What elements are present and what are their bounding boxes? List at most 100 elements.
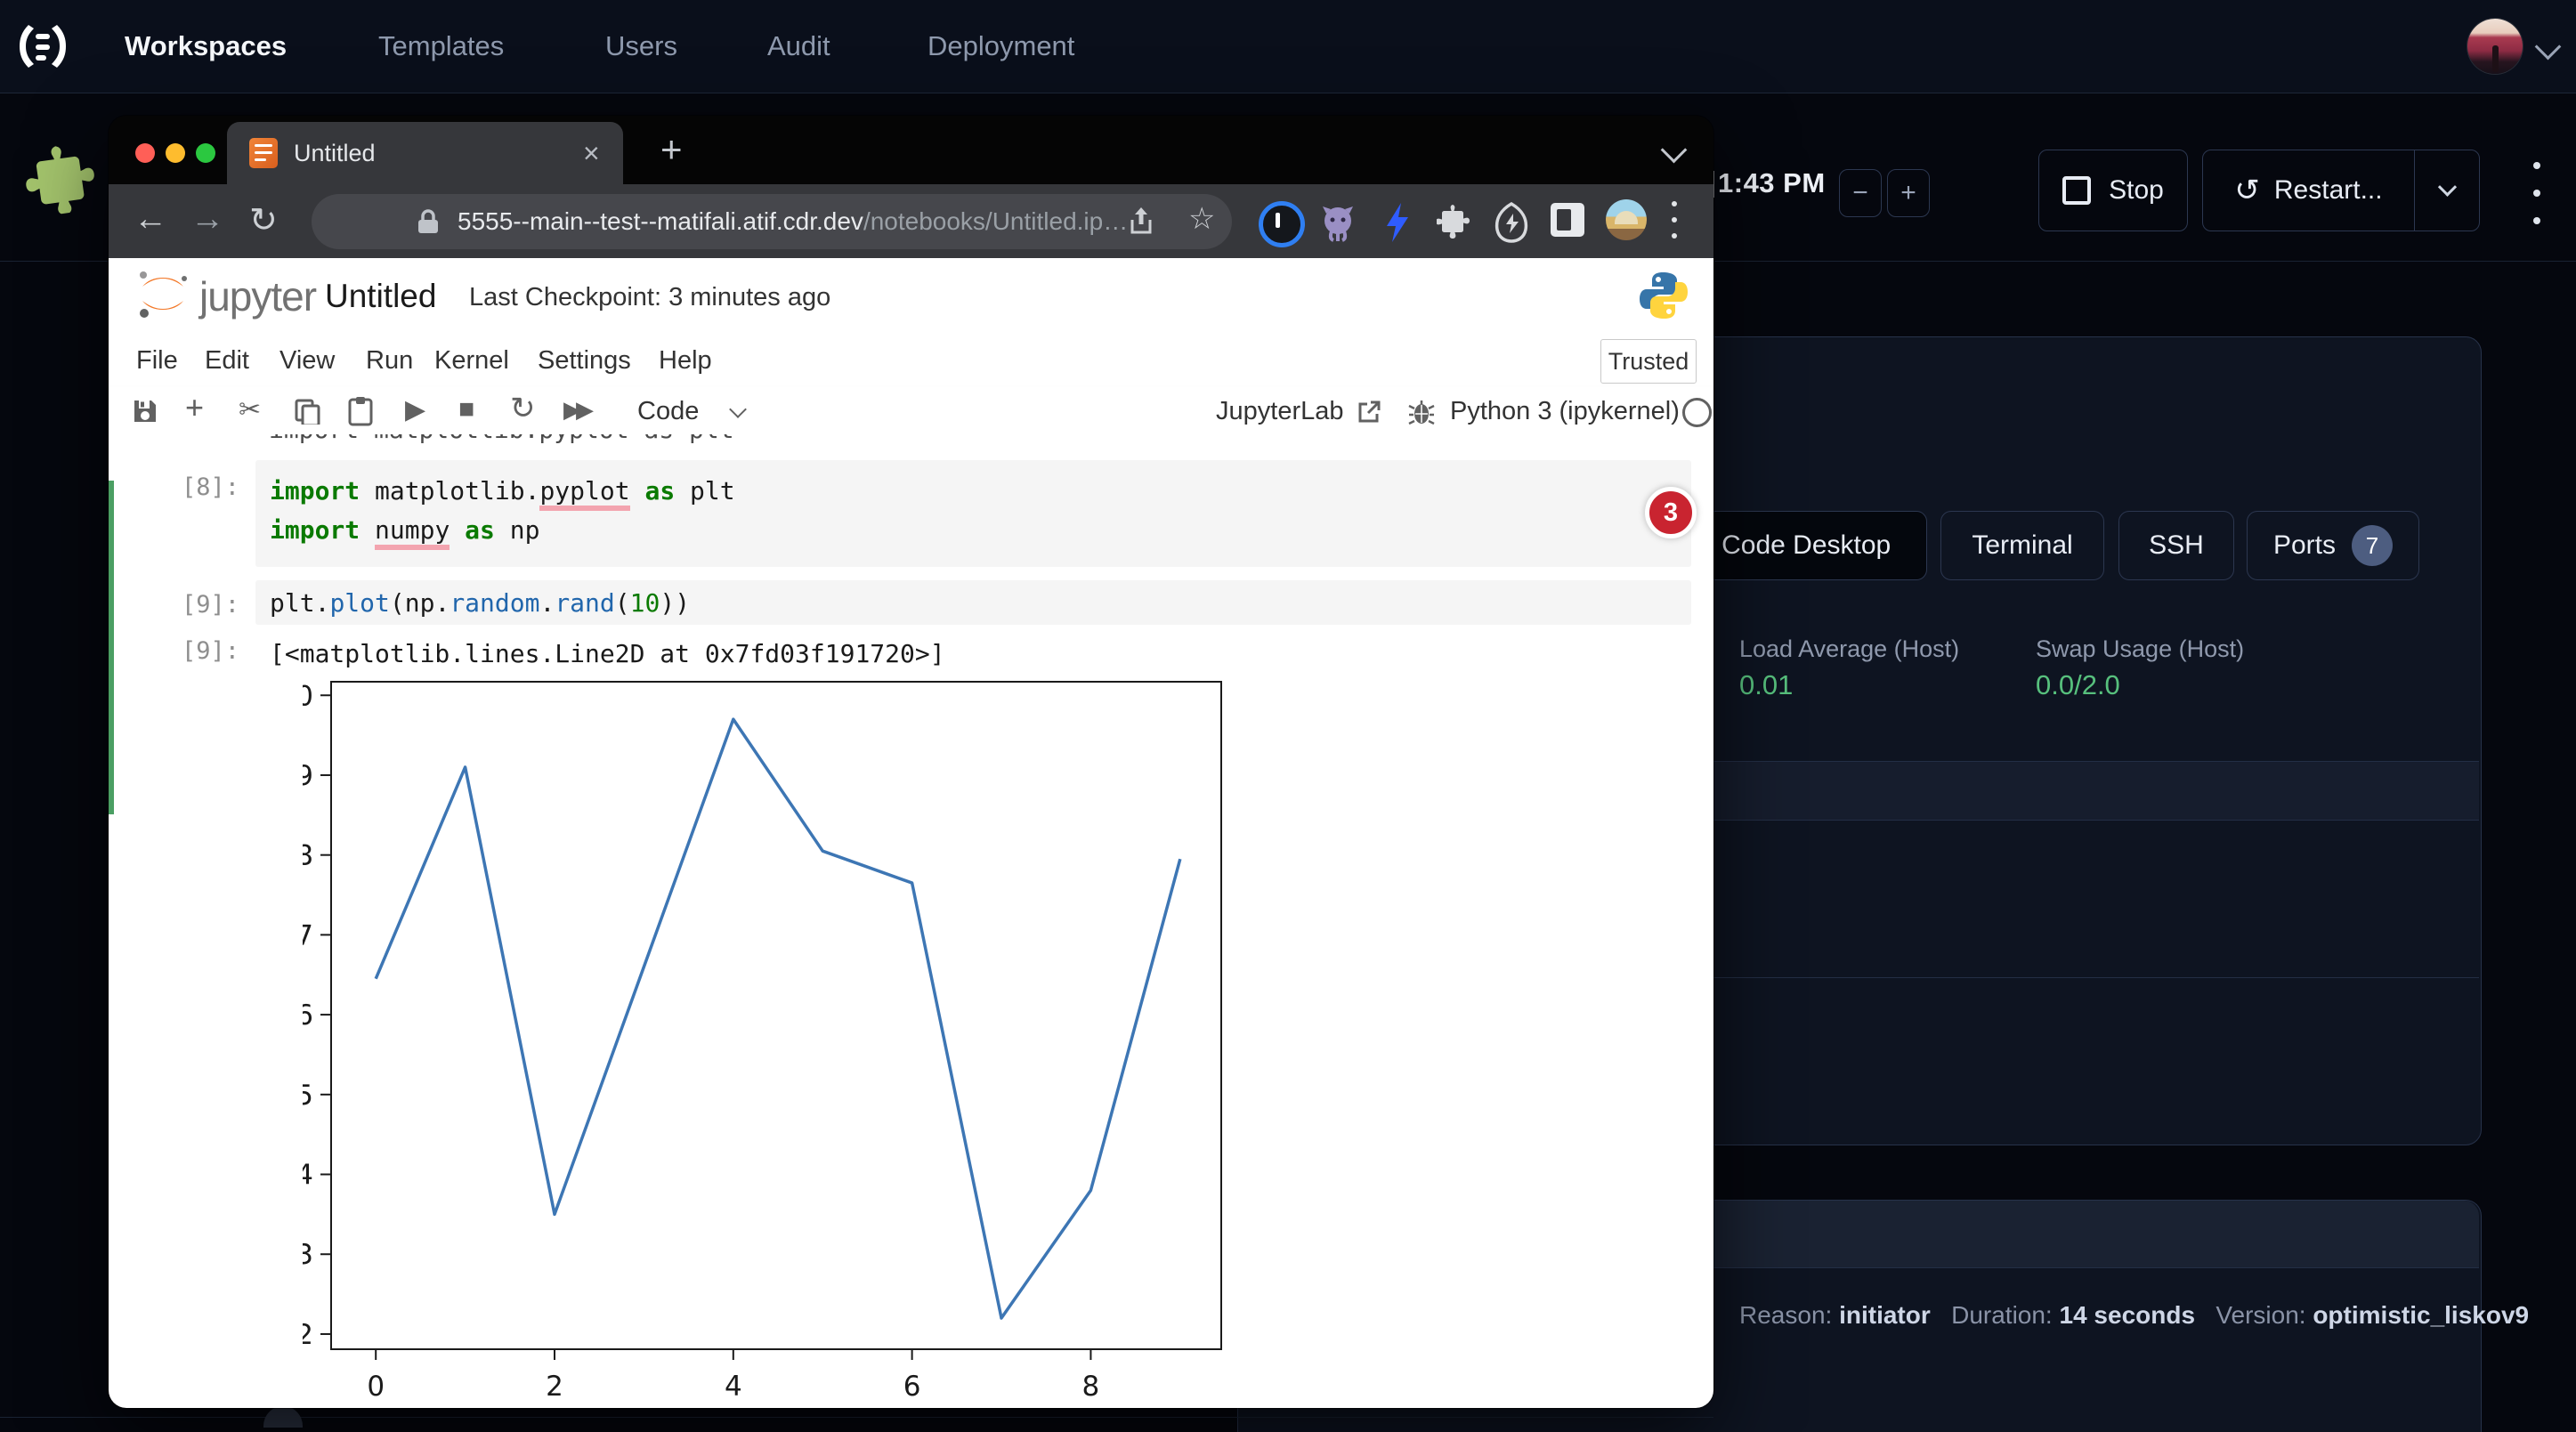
svg-text:6: 6 [903, 1371, 921, 1403]
menu-edit[interactable]: Edit [205, 346, 249, 376]
lock-icon [417, 208, 440, 235]
browser-window: Untitled × + ← → ↻ 5555--main--test--mat… [109, 116, 1713, 1408]
reason-label: Reason: [1739, 1301, 1832, 1329]
reason-value: initiator [1839, 1301, 1931, 1329]
active-cell-indicator [109, 481, 114, 814]
browser-tab-strip: Untitled × + [109, 116, 1713, 184]
restart-icon: ↺ [2234, 173, 2260, 208]
swap-usage-value: 0.0/2.0 [2036, 669, 2120, 701]
menu-run[interactable]: Run [366, 346, 413, 376]
checkpoint-status: Last Checkpoint: 3 minutes ago [469, 283, 830, 312]
cell9-input[interactable]: plt.plot(np.random.rand(10)) [255, 580, 1691, 625]
notebook-title[interactable]: Untitled [325, 278, 436, 315]
menu-help[interactable]: Help [659, 346, 712, 376]
kernel-name[interactable]: Python 3 (ipykernel) [1450, 397, 1680, 426]
notebook-favicon-icon [249, 138, 278, 168]
version-value: optimistic_liskov9 [2313, 1301, 2529, 1329]
lightning-bolt-extension-icon[interactable] [1380, 201, 1415, 244]
restart-workspace-button[interactable]: ↺ Restart... [2202, 150, 2480, 231]
menu-kernel[interactable]: Kernel [434, 346, 509, 376]
svg-text:1.0: 1.0 [303, 680, 313, 712]
restart-run-all-icon[interactable]: ▶▶ [563, 396, 588, 424]
profile-avatar[interactable] [1606, 199, 1647, 240]
nav-item-users[interactable]: Users [605, 0, 677, 93]
side-panel-icon[interactable] [1551, 203, 1584, 237]
restart-main[interactable]: ↺ Restart... [2203, 150, 2414, 231]
maximize-window-light[interactable] [196, 143, 215, 163]
jupyter-logo-icon [132, 267, 194, 324]
leaf-bolt-extension-icon[interactable] [1492, 201, 1531, 244]
add-cell-icon[interactable]: + [185, 389, 204, 426]
background-line [0, 1417, 1713, 1418]
menu-settings[interactable]: Settings [538, 346, 631, 376]
menu-file[interactable]: File [136, 346, 178, 376]
address-bar[interactable]: 5555--main--test--matifali.atif.cdr.dev/… [312, 194, 1232, 249]
restart-dropdown[interactable] [2415, 150, 2479, 231]
chevron-down-icon[interactable] [2535, 34, 2562, 61]
extensions-puzzle-icon[interactable] [1437, 201, 1476, 240]
svg-text:0.3: 0.3 [303, 1239, 313, 1271]
browser-menu-kebab[interactable] [1672, 201, 1677, 239]
zoom-in-button[interactable]: + [1887, 169, 1930, 217]
interrupt-kernel-icon[interactable]: ■ [458, 394, 474, 425]
onepassword-extension-icon[interactable] [1259, 201, 1305, 247]
kernel-status-icon [1682, 398, 1712, 427]
nav-item-audit[interactable]: Audit [767, 0, 830, 93]
back-button[interactable]: ← [134, 200, 167, 239]
user-avatar[interactable] [2467, 19, 2523, 74]
browser-tab[interactable]: Untitled × [227, 122, 623, 184]
forward-button[interactable]: → [190, 200, 224, 239]
nav-item-templates[interactable]: Templates [378, 0, 504, 93]
load-average-value: 0.01 [1739, 669, 1793, 701]
tab-terminal[interactable]: Terminal [1940, 511, 2104, 580]
jupyterlab-link[interactable]: JupyterLab [1216, 397, 1344, 426]
paste-cell-icon[interactable] [347, 396, 374, 426]
version-label: Version: [2216, 1301, 2305, 1329]
cell-type-select[interactable]: Code [637, 397, 699, 426]
trusted-button[interactable]: Trusted [1600, 339, 1697, 384]
nav-item-deployment[interactable]: Deployment [928, 0, 1074, 93]
reload-button[interactable]: ↻ [249, 200, 278, 240]
run-cell-icon[interactable]: ▶ [405, 394, 425, 425]
menu-view[interactable]: View [279, 346, 335, 376]
svg-text:0.2: 0.2 [303, 1319, 313, 1351]
cut-cell-icon[interactable]: ✂ [239, 394, 261, 425]
share-icon[interactable] [1129, 206, 1154, 238]
tab-search-chevron-icon[interactable] [1661, 137, 1688, 164]
notification-badge[interactable]: 3 [1645, 487, 1697, 538]
tab-ssh[interactable]: SSH [2118, 511, 2234, 580]
zoom-out-button[interactable]: − [1839, 169, 1882, 217]
new-tab-button[interactable]: + [660, 128, 683, 171]
copy-cell-icon[interactable] [294, 398, 320, 425]
duration-value: 14 seconds [2060, 1301, 2196, 1329]
restart-kernel-icon[interactable]: ↻ [510, 391, 536, 426]
cell-type-chevron-icon[interactable] [729, 400, 747, 418]
stop-workspace-button[interactable]: Stop [2038, 150, 2188, 231]
close-window-light[interactable] [135, 143, 155, 163]
svg-text:2: 2 [546, 1371, 563, 1403]
jupyter-wordmark: jupyter [199, 272, 316, 320]
tab-close-icon[interactable]: × [583, 137, 600, 170]
python-logo-icon [1638, 269, 1689, 322]
workspace-menu-kebab[interactable] [2533, 162, 2540, 224]
minimize-window-light[interactable] [166, 143, 185, 163]
ports-count-badge: 7 [2352, 525, 2393, 566]
nav-item-workspaces[interactable]: Workspaces [125, 0, 287, 93]
debugger-bug-icon[interactable] [1408, 398, 1435, 426]
scrolled-cell-partial: import matplotlib.pyplot as plt [269, 434, 1070, 448]
output-text: [<matplotlib.lines.Line2D at 0x7fd03f191… [270, 637, 945, 671]
coder-logo-icon[interactable] [16, 21, 69, 71]
svg-text:0.4: 0.4 [303, 1160, 313, 1192]
cell8-input[interactable]: import matplotlib.pyplot as plt import n… [255, 460, 1691, 567]
save-icon[interactable] [132, 398, 158, 425]
background-bump [263, 1406, 303, 1428]
output-prompt: [9]: [155, 637, 239, 665]
tab-ports[interactable]: Ports 7 [2247, 511, 2419, 580]
workspace-time: 1:43 PM [1718, 167, 1826, 199]
stop-icon [2062, 176, 2091, 205]
matplotlib-line-chart: 0.20.30.40.50.60.70.80.91.002468 [303, 675, 1273, 1408]
bookmark-star-icon[interactable]: ☆ [1188, 201, 1215, 237]
external-link-icon[interactable] [1357, 400, 1381, 425]
github-octocat-icon[interactable] [1317, 201, 1358, 242]
svg-text:0.8: 0.8 [303, 840, 313, 872]
